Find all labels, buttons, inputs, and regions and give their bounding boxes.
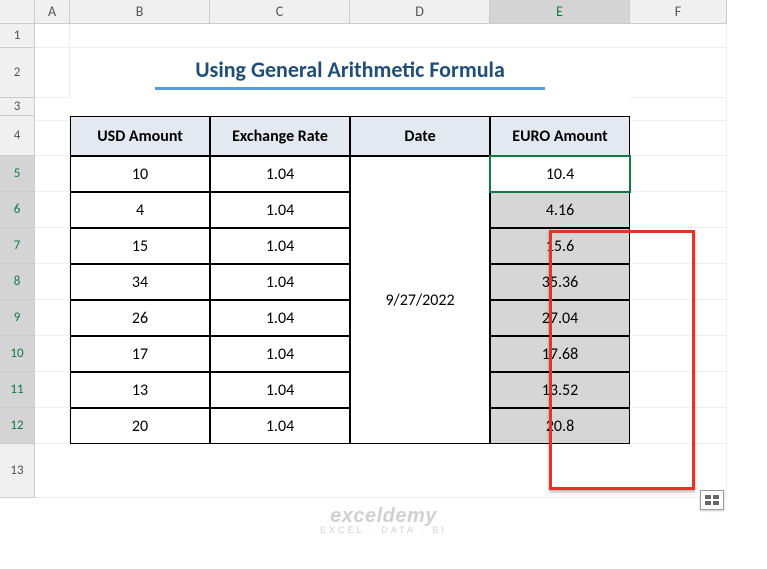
cell-F5[interactable] — [630, 156, 727, 192]
watermark-line1: exceldemy — [320, 505, 447, 528]
cell-A10[interactable] — [35, 336, 70, 372]
cell-F2[interactable] — [630, 48, 727, 98]
cell-A6[interactable] — [35, 192, 70, 228]
watermark-line2: EXCEL · DATA · BI — [320, 525, 447, 535]
cell-C8[interactable]: 1.04 — [210, 264, 350, 300]
cell-C11[interactable]: 1.04 — [210, 372, 350, 408]
cell-A7[interactable] — [35, 228, 70, 264]
sheet-title: Using General Arithmetic Formula — [155, 56, 545, 90]
cell-F11[interactable] — [630, 372, 727, 408]
watermark: exceldemy EXCEL · DATA · BI — [320, 505, 447, 535]
cell-E7[interactable]: 15.6 — [490, 228, 630, 264]
cell-A4[interactable] — [35, 116, 70, 156]
header-usd[interactable]: USD Amount — [70, 116, 210, 156]
cell-row13[interactable] — [35, 444, 727, 498]
cell-A11[interactable] — [35, 372, 70, 408]
cell-A9[interactable] — [35, 300, 70, 336]
cell-E8[interactable]: 35.36 — [490, 264, 630, 300]
cell-E10[interactable]: 17.68 — [490, 336, 630, 372]
header-date[interactable]: Date — [350, 116, 490, 156]
cell-A2[interactable] — [35, 48, 70, 98]
cell-B6[interactable]: 4 — [70, 192, 210, 228]
cell-B5[interactable]: 10 — [70, 156, 210, 192]
cell-B10[interactable]: 17 — [70, 336, 210, 372]
cell-row1[interactable] — [70, 24, 727, 48]
cell-E6[interactable]: 4.16 — [490, 192, 630, 228]
header-euro[interactable]: EURO Amount — [490, 116, 630, 156]
cell-A12[interactable] — [35, 408, 70, 444]
row-header-6[interactable]: 6 — [0, 192, 35, 228]
col-header-D[interactable]: D — [350, 0, 490, 24]
row-header-12[interactable]: 12 — [0, 408, 35, 444]
cell-D5-D12[interactable]: 9/27/2022 — [350, 156, 490, 444]
cell-C10[interactable]: 1.04 — [210, 336, 350, 372]
row-header-8[interactable]: 8 — [0, 264, 35, 300]
cell-E11[interactable]: 13.52 — [490, 372, 630, 408]
cell-E9[interactable]: 27.04 — [490, 300, 630, 336]
cell-C5[interactable]: 1.04 — [210, 156, 350, 192]
cell-B8[interactable]: 34 — [70, 264, 210, 300]
row-header-2[interactable]: 2 — [0, 48, 35, 98]
cell-B9[interactable]: 26 — [70, 300, 210, 336]
row-header-4[interactable]: 4 — [0, 116, 35, 156]
cell-C7[interactable]: 1.04 — [210, 228, 350, 264]
row-header-10[interactable]: 10 — [0, 336, 35, 372]
cell-A8[interactable] — [35, 264, 70, 300]
cell-C6[interactable]: 1.04 — [210, 192, 350, 228]
select-all-corner[interactable] — [0, 0, 35, 24]
cell-F7[interactable] — [630, 228, 727, 264]
cell-F10[interactable] — [630, 336, 727, 372]
cell-C9[interactable]: 1.04 — [210, 300, 350, 336]
cell-A5[interactable] — [35, 156, 70, 192]
cell-B7[interactable]: 15 — [70, 228, 210, 264]
col-header-C[interactable]: C — [210, 0, 350, 24]
cell-A1[interactable] — [35, 24, 70, 48]
cell-E12[interactable]: 20.8 — [490, 408, 630, 444]
col-header-A[interactable]: A — [35, 0, 70, 24]
cell-E5[interactable]: 10.4 — [490, 156, 630, 192]
row-header-5[interactable]: 5 — [0, 156, 35, 192]
col-header-B[interactable]: B — [70, 0, 210, 24]
cell-F9[interactable] — [630, 300, 727, 336]
cell-B12[interactable]: 20 — [70, 408, 210, 444]
autofill-options-icon[interactable] — [700, 490, 724, 510]
row-header-11[interactable]: 11 — [0, 372, 35, 408]
row-header-9[interactable]: 9 — [0, 300, 35, 336]
row-header-13[interactable]: 13 — [0, 444, 35, 498]
row-header-3[interactable]: 3 — [0, 98, 35, 116]
header-rate[interactable]: Exchange Rate — [210, 116, 350, 156]
col-header-F[interactable]: F — [630, 0, 727, 24]
row-header-7[interactable]: 7 — [0, 228, 35, 264]
cell-F4[interactable] — [630, 116, 727, 156]
title-cell[interactable]: Using General Arithmetic Formula — [70, 48, 630, 98]
cell-B11[interactable]: 13 — [70, 372, 210, 408]
col-header-E[interactable]: E — [490, 0, 630, 24]
cell-F8[interactable] — [630, 264, 727, 300]
cell-F6[interactable] — [630, 192, 727, 228]
cell-C12[interactable]: 1.04 — [210, 408, 350, 444]
row-header-1[interactable]: 1 — [0, 24, 35, 48]
cell-F12[interactable] — [630, 408, 727, 444]
spreadsheet-grid[interactable]: A B C D E F 1 2 Using General Arithmetic… — [0, 0, 767, 498]
